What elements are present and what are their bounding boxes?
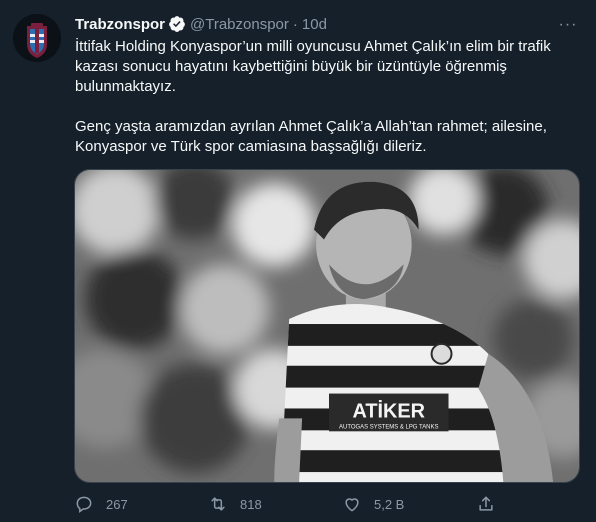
retweet-count: 818 — [240, 496, 262, 512]
retweet-icon — [208, 494, 228, 514]
retweet-button[interactable]: 818 — [208, 494, 342, 514]
verified-badge-icon — [168, 15, 186, 33]
share-button[interactable] — [476, 494, 508, 514]
share-icon — [476, 494, 496, 514]
separator-dot: · — [292, 15, 298, 33]
handle[interactable]: @Trabzonspor — [190, 16, 289, 33]
more-icon[interactable]: ··· — [558, 16, 578, 34]
tweet-actions: 267 818 5,2 B — [74, 493, 580, 515]
tweet-text: İttifak Holding Konyaspor’un milli oyunc… — [75, 37, 575, 157]
trabzonspor-logo — [13, 14, 61, 62]
tweet-card[interactable]: Trabzonspor @Trabzonspor · 10d ··· İttif… — [0, 0, 596, 522]
like-icon — [342, 494, 362, 514]
timestamp[interactable]: 10d — [302, 16, 327, 33]
reply-button[interactable]: 267 — [74, 494, 208, 514]
tweet-photo[interactable]: ATİKER AUTOGAS SYSTEMS & LPG TANKS — [74, 169, 580, 483]
tweet-paragraph: İttifak Holding Konyaspor’un milli oyunc… — [75, 38, 551, 95]
like-count: 5,2 B — [374, 496, 405, 512]
avatar[interactable] — [13, 14, 61, 62]
player-photo: ATİKER AUTOGAS SYSTEMS & LPG TANKS — [75, 170, 579, 482]
sponsor-text: ATİKER — [352, 399, 425, 422]
reply-icon — [74, 494, 94, 514]
tweet-header: Trabzonspor @Trabzonspor · 10d ··· — [75, 13, 582, 35]
sponsor-subtext: AUTOGAS SYSTEMS & LPG TANKS — [339, 424, 438, 430]
display-name[interactable]: Trabzonspor — [75, 16, 165, 33]
like-button[interactable]: 5,2 B — [342, 494, 476, 514]
reply-count: 267 — [106, 496, 128, 512]
tweet-paragraph: Genç yaşta aramızdan ayrılan Ahmet Çalık… — [75, 118, 547, 155]
